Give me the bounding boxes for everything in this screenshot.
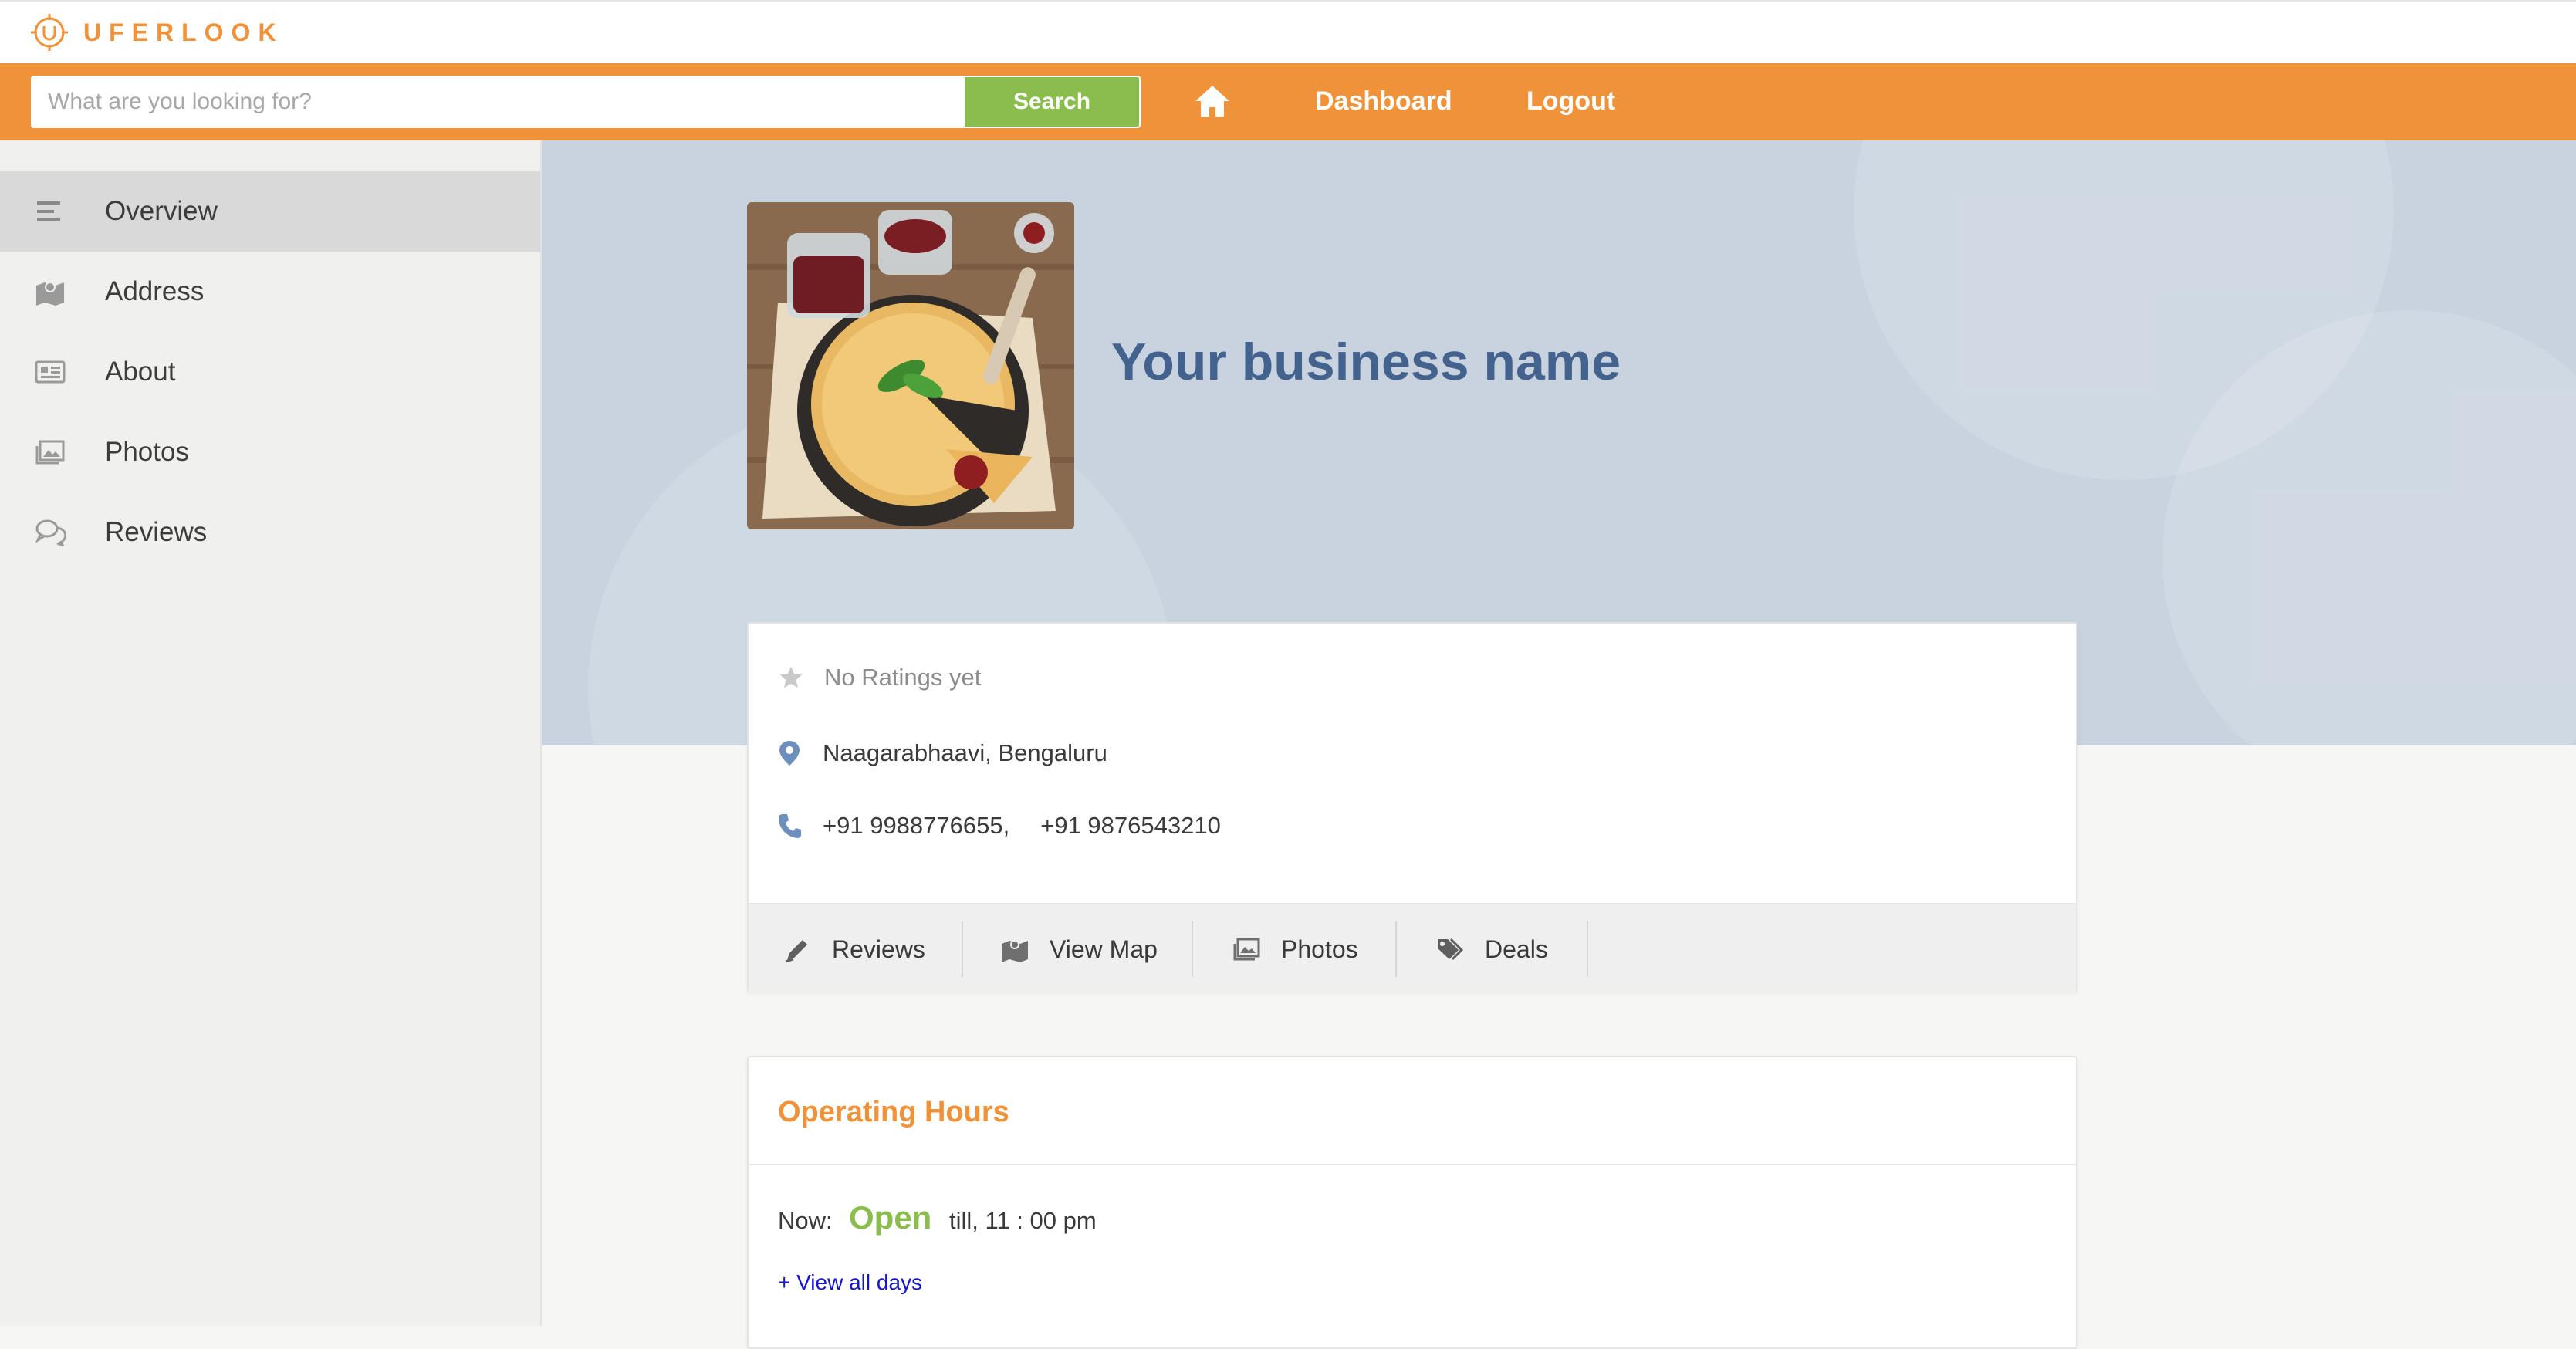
sidebar-item-overview[interactable]: Overview: [0, 171, 540, 252]
brand-name: UFERLOOK: [83, 18, 284, 46]
sidebar-item-reviews[interactable]: Reviews: [0, 492, 540, 573]
photo-icon: [35, 440, 65, 465]
divider: [1587, 921, 1588, 977]
sidebar-item-label: Reviews: [105, 517, 208, 547]
action-label: View Map: [1050, 935, 1158, 963]
chat-icon: [35, 519, 66, 547]
divider: [1192, 921, 1193, 977]
phone-number[interactable]: +91 9988776655,: [823, 812, 1009, 840]
sidebar-item-about[interactable]: About: [0, 332, 540, 412]
sidebar-item-label: About: [105, 357, 176, 387]
logo-mark-icon: [31, 14, 68, 51]
sidebar: Overview Address About Photos Reviews: [0, 140, 542, 1326]
id-card-icon: [35, 360, 66, 384]
map-icon: [1002, 940, 1028, 962]
sidebar-item-address[interactable]: Address: [0, 252, 540, 332]
address-row: Naagarabhaavi, Bengaluru: [776, 739, 1107, 767]
business-photo[interactable]: [747, 202, 1074, 529]
divider: [749, 1164, 2076, 1165]
photo-icon: [1233, 938, 1260, 961]
location-pin-icon: [779, 741, 800, 766]
food-image: [747, 202, 1074, 529]
pen-icon: [785, 940, 807, 963]
action-label: Reviews: [832, 935, 925, 963]
phone-icon: [779, 814, 801, 838]
divider: [1395, 921, 1397, 977]
business-info-card: No Ratings yet Naagarabhaavi, Bengaluru …: [747, 622, 2077, 994]
divider: [962, 921, 963, 977]
photos-action[interactable]: Photos: [1232, 904, 1358, 994]
view-map-action[interactable]: View Map: [1000, 904, 1158, 994]
search-input[interactable]: [32, 77, 965, 127]
now-label: Now:: [778, 1207, 833, 1234]
hours-title: Operating Hours: [778, 1096, 1009, 1128]
search-bar: Search: [31, 76, 1141, 128]
reviews-action[interactable]: Reviews: [783, 904, 925, 994]
uferlook-logo[interactable]: UFERLOOK: [29, 11, 284, 54]
phone-row: +91 9988776655, +91 9876543210: [776, 812, 1221, 840]
action-label: Deals: [1485, 935, 1548, 963]
deals-action[interactable]: Deals: [1435, 904, 1548, 994]
logout-link[interactable]: Logout: [1526, 86, 1615, 117]
business-name: Your business name: [1111, 333, 1621, 391]
action-label: Photos: [1281, 935, 1358, 963]
list-icon: [37, 201, 60, 221]
open-status: Open: [849, 1199, 932, 1236]
action-bar: Reviews View Map Photos Deals: [749, 903, 2076, 994]
address-text: Naagarabhaavi, Bengaluru: [823, 739, 1107, 766]
rating-row: No Ratings yet: [778, 664, 981, 691]
sidebar-item-photos[interactable]: Photos: [0, 412, 540, 492]
tag-icon: [1438, 938, 1464, 961]
map-icon: [36, 282, 64, 306]
dashboard-link[interactable]: Dashboard: [1315, 86, 1452, 117]
operating-hours-card: Operating Hours Now: Open till, 11 : 00 …: [747, 1056, 2077, 1349]
sidebar-item-label: Overview: [105, 196, 218, 226]
sidebar-item-label: Address: [105, 276, 205, 306]
search-button[interactable]: Search: [965, 77, 1139, 127]
closing-time: till, 11 : 00 pm: [949, 1207, 1097, 1234]
rating-text: No Ratings yet: [824, 664, 982, 691]
main-nav: Search Dashboard Logout: [0, 63, 2576, 140]
sidebar-item-label: Photos: [105, 437, 189, 467]
top-header: UFERLOOK: [0, 0, 2576, 63]
view-all-days-link[interactable]: + View all days: [778, 1270, 922, 1295]
star-icon: [779, 666, 803, 688]
phone-number[interactable]: +91 9876543210: [1040, 812, 1221, 840]
home-icon[interactable]: [1193, 83, 1232, 119]
